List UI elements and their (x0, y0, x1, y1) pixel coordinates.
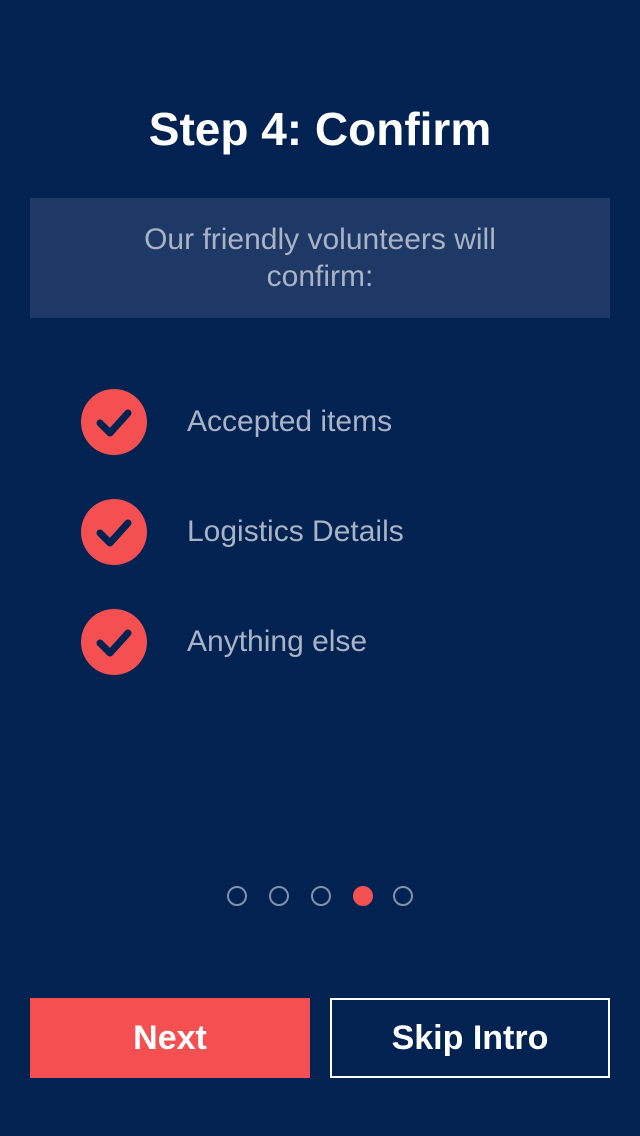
skip-intro-button[interactable]: Skip Intro (330, 998, 610, 1078)
page-dot-3[interactable] (311, 886, 331, 906)
check-circle-icon (81, 609, 147, 675)
page-title: Step 4: Confirm (148, 103, 492, 155)
checklist-item: Logistics Details (80, 498, 560, 566)
page-dot-4[interactable] (353, 886, 373, 906)
check-circle-icon (81, 389, 147, 455)
page-dot-2[interactable] (269, 886, 289, 906)
check-circle-icon (81, 499, 147, 565)
intro-panel: Our friendly volunteers will confirm: (30, 198, 610, 318)
page-indicator (0, 886, 640, 908)
checklist-item: Accepted items (80, 388, 560, 456)
page-dot-5[interactable] (393, 886, 413, 906)
next-button[interactable]: Next (30, 998, 310, 1078)
page-dot-1[interactable] (227, 886, 247, 906)
intro-text: Our friendly volunteers will confirm: (144, 223, 496, 293)
checklist-item-label: Accepted items (187, 405, 393, 438)
checklist-item: Anything else (80, 608, 560, 676)
checklist-item-label: Anything else (187, 625, 368, 658)
checklist-item-label: Logistics Details (187, 515, 404, 548)
